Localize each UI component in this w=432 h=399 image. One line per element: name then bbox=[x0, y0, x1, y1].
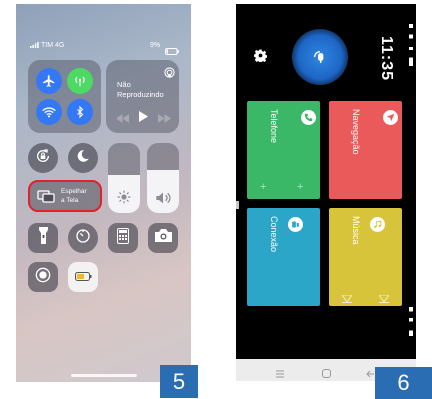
camera-icon bbox=[154, 229, 172, 247]
screen-mirror-icon bbox=[37, 190, 55, 208]
cellular-icon[interactable] bbox=[67, 68, 93, 94]
play-icon[interactable] bbox=[139, 109, 148, 127]
flashlight-button[interactable] bbox=[28, 223, 58, 253]
phone-card[interactable]: Telefone + + bbox=[247, 101, 320, 199]
rotation-lock-button[interactable] bbox=[28, 143, 58, 173]
clock-time: 11:35 bbox=[378, 36, 395, 82]
navigation-card[interactable]: Navegação bbox=[329, 101, 402, 199]
connection-icon bbox=[288, 217, 303, 232]
music-icon bbox=[370, 217, 385, 232]
plus-icon: + bbox=[297, 181, 304, 193]
moon-icon bbox=[76, 149, 90, 168]
record-icon bbox=[35, 267, 51, 288]
voice-assistant-button[interactable] bbox=[292, 29, 348, 85]
plus-icon: + bbox=[260, 181, 267, 193]
music-card-label: Música bbox=[351, 216, 361, 245]
wifi-icon[interactable] bbox=[36, 99, 62, 125]
rewind-icon[interactable] bbox=[116, 110, 129, 128]
music-card[interactable]: Música bbox=[329, 208, 402, 306]
brightness-slider[interactable] bbox=[108, 143, 140, 213]
battery-status-icon bbox=[165, 42, 179, 60]
timer-icon bbox=[75, 228, 91, 249]
timer-button[interactable] bbox=[68, 223, 98, 253]
phone-card-label: Telefone bbox=[269, 109, 279, 144]
microphone-icon bbox=[312, 49, 328, 70]
media-player-panel: Não Reproduzindo bbox=[106, 60, 179, 133]
now-playing-title: Não Reproduzindo bbox=[117, 80, 164, 99]
sun-icon bbox=[117, 190, 131, 209]
airplane-icon[interactable] bbox=[36, 68, 62, 94]
notification-icons bbox=[409, 307, 413, 343]
screen-mirroring-button[interactable]: Espelhar a Tela bbox=[28, 180, 102, 212]
menu-icon[interactable] bbox=[276, 365, 284, 383]
signal-bars-icon bbox=[30, 42, 39, 50]
flashlight-icon bbox=[38, 227, 48, 249]
triangle-icon bbox=[341, 290, 353, 308]
back-icon[interactable] bbox=[366, 365, 375, 383]
battery-percentage: 9% bbox=[150, 42, 161, 49]
connectivity-panel bbox=[28, 60, 101, 133]
low-power-button[interactable] bbox=[68, 262, 98, 292]
status-bar-icons bbox=[409, 24, 413, 66]
phone-icon bbox=[301, 110, 316, 125]
side-handle[interactable] bbox=[236, 201, 239, 209]
gear-icon[interactable] bbox=[253, 49, 268, 67]
car-mode-screen: 11:35 Telefone + + Navegação Conexão Mús… bbox=[236, 4, 416, 359]
calculator-button[interactable] bbox=[108, 223, 138, 253]
home-indicator[interactable] bbox=[71, 374, 137, 377]
carrier-label: TIM 4G bbox=[41, 42, 65, 49]
speaker-icon bbox=[155, 191, 171, 209]
mirror-label-line2: a Tela bbox=[61, 197, 79, 204]
battery-icon bbox=[74, 268, 92, 286]
volume-slider[interactable] bbox=[147, 143, 179, 213]
bluetooth-icon[interactable] bbox=[67, 99, 93, 125]
camera-button[interactable] bbox=[148, 223, 178, 253]
home-icon[interactable] bbox=[322, 365, 331, 383]
connection-card-label: Conexão bbox=[269, 216, 279, 253]
step-badge-5: 5 bbox=[160, 365, 198, 398]
forward-icon[interactable] bbox=[158, 110, 171, 128]
triangle-icon bbox=[378, 290, 390, 308]
rotation-lock-icon bbox=[35, 148, 51, 169]
screen-record-button[interactable] bbox=[28, 262, 58, 292]
connection-card[interactable]: Conexão bbox=[247, 208, 320, 306]
navigation-icon bbox=[383, 110, 398, 125]
step-badge-6: 6 bbox=[375, 367, 432, 399]
do-not-disturb-button[interactable] bbox=[68, 143, 98, 173]
calculator-icon bbox=[117, 227, 129, 249]
navigation-card-label: Navegação bbox=[351, 109, 361, 155]
control-center-screen: TIM 4G 9% Não Reproduzindo Espelhar a Te… bbox=[16, 4, 191, 382]
mirror-label-line1: Espelhar bbox=[61, 188, 87, 195]
